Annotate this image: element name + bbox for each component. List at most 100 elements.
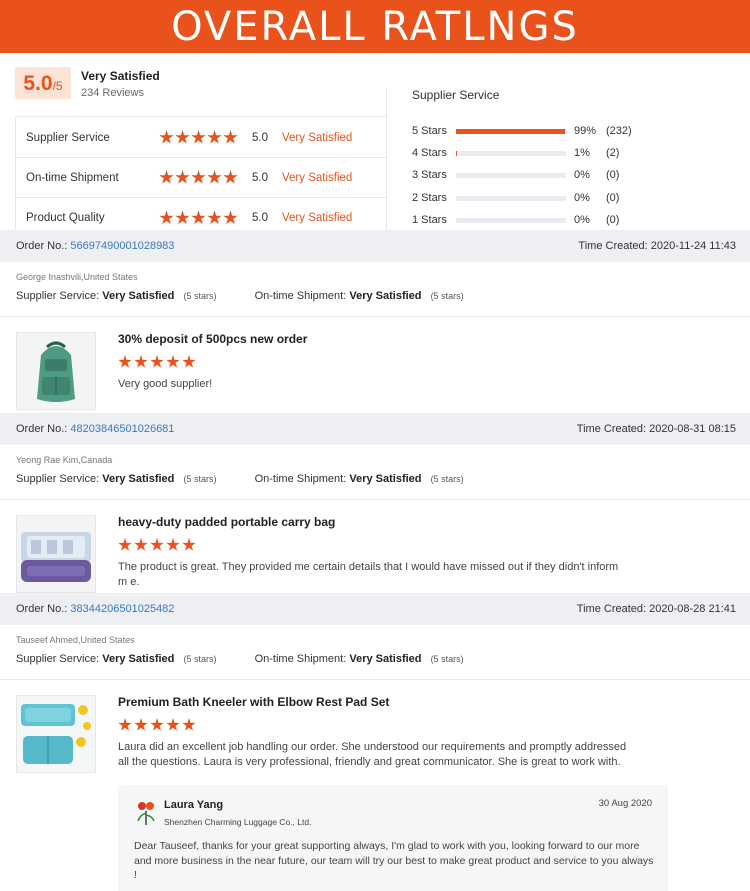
rating-value: 5.0 — [252, 212, 268, 224]
star-icon — [182, 355, 196, 368]
distribution-count: (2) — [606, 147, 620, 159]
supplier-service-label: Supplier Service: — [16, 290, 100, 302]
order-number-group: Order No.: 48203846501026681 — [16, 423, 174, 435]
supplier-service-label: Supplier Service: — [16, 653, 100, 665]
review-text: The product is great. They provided me c… — [118, 561, 619, 588]
time-created-value: 2020-08-31 08:15 — [649, 423, 736, 435]
rating-value: 5.0 — [252, 171, 268, 184]
star-icon — [182, 718, 196, 731]
supplier-service-value: Very Satisfied — [102, 473, 175, 485]
time-created-label: Time Created: — [576, 603, 647, 615]
star-icon — [207, 210, 222, 225]
bath-kneeler-image[interactable] — [16, 695, 96, 773]
order-bar: Order No.: 48203846501026681 Time Create… — [0, 413, 750, 445]
ontime-shipment-label: On-time Shipment: — [254, 473, 347, 485]
star-icon — [118, 355, 132, 368]
star-icon — [223, 210, 238, 225]
distribution-bar — [456, 217, 566, 223]
star-icon — [182, 538, 196, 551]
distribution-bar — [456, 128, 566, 134]
order-no-label: Order No.: — [16, 240, 68, 252]
supplier-service-value: Very Satisfied — [102, 653, 175, 665]
order-number-link[interactable]: 56697490001028983 — [70, 240, 174, 252]
product-title[interactable]: heavy-duty padded portable carry bag — [118, 515, 335, 529]
rating-stars — [159, 130, 238, 145]
overall-score: 5.0 — [23, 72, 53, 95]
service-ratings-line: Supplier Service: Very Satisfied (5 star… — [16, 653, 464, 665]
ontime-shipment-value: Very Satisfied — [349, 653, 422, 665]
star-icon — [191, 210, 206, 225]
star-icon — [191, 170, 206, 184]
distribution-bar-fill — [456, 150, 458, 156]
order-number-link[interactable]: 38344206501025482 — [70, 603, 174, 615]
service-ratings-line: Supplier Service: Very Satisfied (5 star… — [16, 473, 464, 485]
star-icon — [134, 718, 148, 731]
distribution-bar — [456, 172, 566, 178]
time-created-group: Time Created: 2020-08-31 08:15 — [577, 423, 736, 435]
star-icon — [150, 355, 164, 368]
distribution-row-3: 3 Stars 0% (0) — [412, 168, 646, 182]
distribution-label: 2 Stars — [412, 192, 447, 204]
rating-row-supplier-service: Supplier Service 5.0 Very Satisfied — [15, 118, 387, 158]
time-created-value: 2020-11-24 11:43 — [650, 240, 736, 252]
order-bar: Order No.: 56697490001028983 Time Create… — [0, 230, 750, 262]
rating-value: 5.0 — [252, 131, 268, 144]
review-stars — [118, 538, 197, 552]
green-backpack-image[interactable] — [16, 332, 96, 410]
star-icon — [134, 538, 148, 551]
rating-stars — [159, 210, 238, 226]
overall-score-badge: 5.0 /5 — [15, 67, 71, 99]
reply-company: Shenzhen Charming Luggage Co., Ltd. — [164, 817, 312, 827]
star-icon — [175, 170, 190, 184]
rating-name: On-time Shipment — [26, 171, 119, 184]
review-text: Laura did an excellent job handling our … — [118, 741, 627, 768]
star-icon — [159, 130, 174, 144]
time-created-group: Time Created: 2020-08-28 21:41 — [577, 603, 736, 615]
ontime-shipment-stars: (5 stars) — [430, 654, 464, 664]
order-number-link[interactable]: 48203846501026681 — [70, 423, 174, 435]
rating-name: Product Quality — [26, 212, 105, 224]
overall-satisfaction-title: Very Satisfied — [81, 69, 160, 83]
distribution-row-1: 1 Stars 0% (0) — [412, 213, 646, 227]
distribution-row-4: 4 Stars 1% (2) — [412, 146, 646, 160]
ontime-shipment-stars: (5 stars) — [430, 474, 464, 484]
ontime-shipment-value: Very Satisfied — [349, 473, 422, 485]
ontime-shipment-stars: (5 stars) — [430, 291, 464, 301]
distribution-percent: 99% — [574, 125, 597, 137]
time-created-label: Time Created: — [578, 240, 648, 252]
product-title[interactable]: 30% deposit of 500pcs new order — [118, 332, 307, 346]
purple-carry-bag-image[interactable] — [16, 515, 96, 593]
distribution-count: (232) — [606, 125, 632, 137]
supplier-reply: Laura Yang Shenzhen Charming Luggage Co.… — [118, 785, 668, 891]
distribution-row-2: 2 Stars 0% (0) — [412, 191, 646, 205]
order-no-label: Order No.: — [16, 603, 68, 615]
star-icon — [191, 130, 206, 144]
supplier-service-stars: (5 stars) — [183, 291, 217, 301]
star-icon — [134, 355, 148, 368]
distribution-label: 4 Stars — [412, 147, 447, 159]
distribution-row-5: 5 Stars 99% (232) — [412, 124, 646, 138]
supplier-service-stars: (5 stars) — [183, 654, 217, 664]
distribution-percent: 0% — [574, 192, 590, 204]
divider — [0, 679, 750, 680]
ontime-shipment-label: On-time Shipment: — [254, 653, 347, 665]
distribution-count: (0) — [606, 169, 620, 181]
summary-divider — [15, 116, 387, 117]
order-number-group: Order No.: 56697490001028983 — [16, 240, 174, 252]
distribution-title: Supplier Service — [412, 88, 500, 102]
star-icon — [166, 355, 180, 368]
supplier-logo-icon — [137, 802, 155, 825]
divider — [0, 499, 750, 500]
review-stars — [118, 355, 197, 369]
star-icon — [159, 210, 174, 225]
star-icon — [207, 170, 222, 184]
distribution-bar-fill — [456, 128, 565, 134]
star-icon — [223, 130, 238, 144]
rating-text: Very Satisfied — [282, 171, 353, 184]
product-title[interactable]: Premium Bath Kneeler with Elbow Rest Pad… — [118, 695, 389, 709]
ontime-shipment-value: Very Satisfied — [349, 290, 422, 302]
order-number-group: Order No.: 38344206501025482 — [16, 603, 174, 615]
star-icon — [175, 130, 190, 144]
buyer-name: George Inashvili,United States — [16, 272, 138, 282]
reply-text: Dear Tauseef, thanks for your great supp… — [134, 840, 654, 881]
